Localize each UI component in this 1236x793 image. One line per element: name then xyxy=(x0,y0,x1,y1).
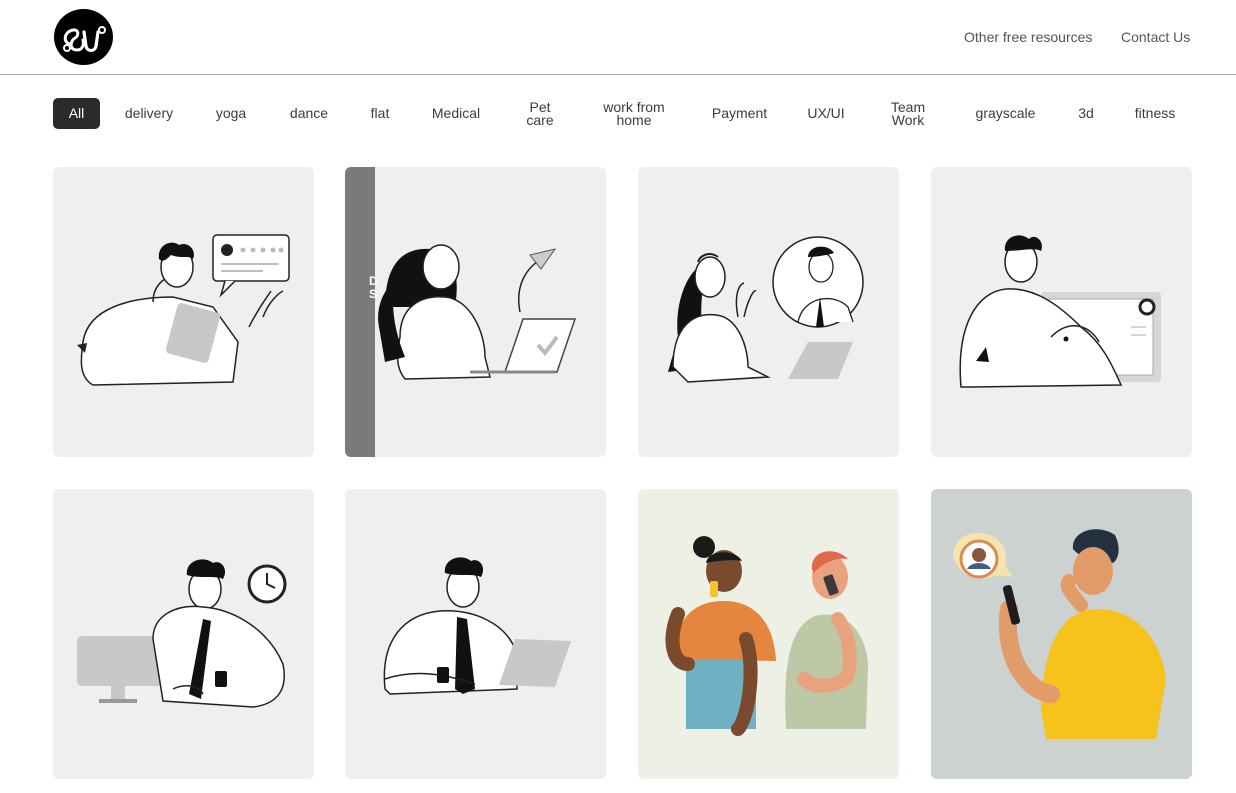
illustration-card-woman-video-call[interactable] xyxy=(638,167,899,457)
man-computer-clock-illustration xyxy=(77,559,287,708)
filter-yoga[interactable]: yoga xyxy=(207,98,255,129)
filter-all[interactable]: All xyxy=(53,98,100,129)
illustration-card-man-tablet-review[interactable] xyxy=(53,167,314,457)
filter-pet-care[interactable]: Pet care xyxy=(515,98,565,129)
filter-payment[interactable]: Payment xyxy=(703,98,776,129)
illustration-card-woman-laptop-send[interactable]: D S xyxy=(345,167,606,457)
illustration-card-man-phone-message[interactable] xyxy=(931,489,1192,779)
filter-grayscale[interactable]: grayscale xyxy=(966,98,1045,129)
filter-dance[interactable]: dance xyxy=(281,98,337,129)
nav-other-free-resources[interactable]: Other free resources xyxy=(964,28,1092,46)
site-header: Other free resources Contact Us xyxy=(0,0,1236,75)
man-phone-message-illustration xyxy=(953,529,1166,739)
site-logo[interactable] xyxy=(53,8,114,66)
illustration-card-man-tablet-office[interactable] xyxy=(345,489,606,779)
illustration-card-man-drawing-tablet[interactable] xyxy=(931,167,1192,457)
category-filter-bar: All delivery yoga dance flat Medical Pet… xyxy=(0,98,1236,134)
filter-medical[interactable]: Medical xyxy=(423,98,489,129)
nav-contact-us[interactable]: Contact Us xyxy=(1121,28,1190,46)
filter-delivery[interactable]: delivery xyxy=(116,98,182,129)
man-tablet-office-illustration xyxy=(383,557,571,695)
woman-laptop-send-illustration xyxy=(378,244,577,380)
filter-ux-ui[interactable]: UX/UI xyxy=(801,98,851,129)
card-hover-overlay xyxy=(345,167,375,457)
filter-flat[interactable]: flat xyxy=(363,98,397,129)
filter-work-from-home[interactable]: work from home xyxy=(594,98,674,129)
illustration-card-people-phone-call[interactable] xyxy=(638,489,899,779)
man-drawing-tablet-illustration xyxy=(959,235,1161,388)
woman-video-call-illustration xyxy=(668,236,864,383)
illustration-card-man-computer-clock[interactable] xyxy=(53,489,314,779)
filter-team-work[interactable]: Team Work xyxy=(883,98,933,129)
filter-3d[interactable]: 3d xyxy=(1071,98,1101,129)
filter-fitness[interactable]: fitness xyxy=(1127,98,1183,129)
card-overlay-label: D S xyxy=(369,275,378,301)
people-phone-call-illustration xyxy=(665,536,868,736)
man-tablet-review-illustration xyxy=(77,234,290,386)
